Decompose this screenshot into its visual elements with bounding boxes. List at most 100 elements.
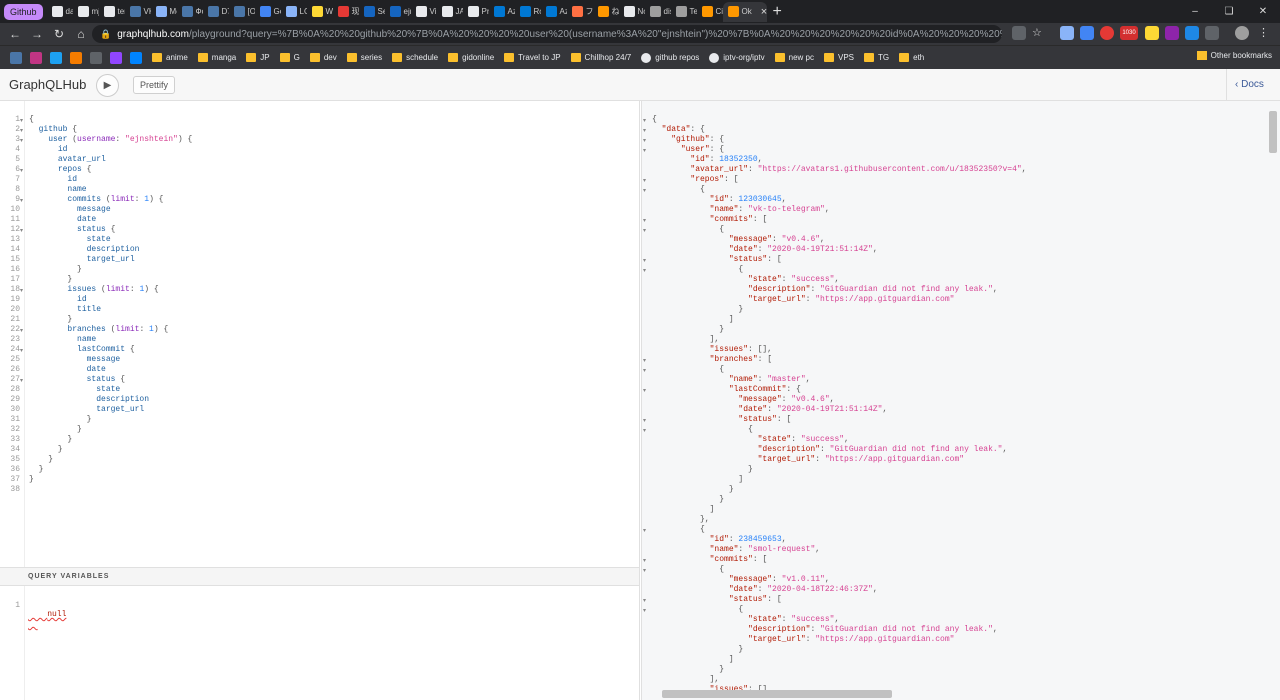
minimize-icon[interactable]: – <box>1178 0 1212 23</box>
query-editor[interactable]: 1 ▾ 2 ▾ 3 ▾ 4 5 6 ▾ 7 8 9 ▾ 10 11 12 ▾ 13 14 15 16 17 18 ▾ 19 20 21… <box>0 101 640 567</box>
browser-tab[interactable]: Cig <box>697 2 723 22</box>
bookmark-item[interactable]: JP <box>246 53 270 62</box>
fold-arrow-icon[interactable]: ▾ <box>20 287 23 294</box>
browser-tab[interactable]: Azu <box>541 2 567 22</box>
variables-editor[interactable]: null <box>28 601 66 628</box>
bookmark-item[interactable]: Chillhop 24/7 <box>570 53 631 62</box>
browser-tab[interactable]: Pro <box>463 2 489 22</box>
result-viewer[interactable]: ▾ ▾ ▾ ▾ ▾ ▾ ▾ ▾ ▾ ▾ ▾ ▾ ▾ ▾ ▾ ▾ ▾ ▾ ▾ ▾ { "data": { "github… <box>641 101 1280 700</box>
browser-tab[interactable]: mjr <box>73 2 99 22</box>
fold-arrow-icon[interactable]: ▾ <box>643 527 646 534</box>
browser-tab[interactable]: Go <box>255 2 281 22</box>
fold-arrow-icon[interactable]: ▾ <box>643 147 646 154</box>
browser-tab[interactable]: [ON <box>229 2 255 22</box>
extension-icon[interactable] <box>1185 26 1199 40</box>
fold-arrow-icon[interactable]: ▾ <box>643 267 646 274</box>
bookmark-item[interactable]: TG <box>864 53 889 62</box>
instagram-icon[interactable] <box>30 51 42 64</box>
extension-icon[interactable] <box>1205 26 1219 40</box>
bookmark-item[interactable]: Travel to JP <box>504 53 561 62</box>
extension-icon[interactable] <box>1165 26 1179 40</box>
browser-tab[interactable]: Ok × <box>722 1 767 22</box>
close-tab-icon[interactable]: × <box>761 6 767 18</box>
bookmark-item[interactable]: dev <box>309 53 337 62</box>
browser-tab[interactable]: WC <box>307 2 333 22</box>
horizontal-scrollbar[interactable] <box>662 690 892 698</box>
browser-tab[interactable]: terl <box>99 2 125 22</box>
messenger-icon[interactable] <box>130 51 142 64</box>
browser-tab[interactable]: D7 <box>203 2 229 22</box>
fold-arrow-icon[interactable]: ▾ <box>20 137 23 144</box>
fold-arrow-icon[interactable]: ▾ <box>643 177 646 184</box>
browser-tab[interactable]: dis <box>645 2 671 22</box>
fold-arrow-icon[interactable]: ▾ <box>643 127 646 134</box>
fold-arrow-icon[interactable]: ▾ <box>20 377 23 384</box>
fold-arrow-icon[interactable]: ▾ <box>20 347 23 354</box>
twitch-icon[interactable] <box>110 51 122 64</box>
fold-arrow-icon[interactable]: ▾ <box>20 227 23 234</box>
fold-arrow-icon[interactable]: ▾ <box>643 227 646 234</box>
close-icon[interactable]: ✕ <box>1246 0 1280 23</box>
fold-arrow-icon[interactable]: ▾ <box>643 417 646 424</box>
fold-arrow-icon[interactable]: ▾ <box>643 367 646 374</box>
twitter-icon[interactable] <box>50 51 62 64</box>
browser-tab[interactable]: Фо <box>177 2 203 22</box>
fold-arrow-icon[interactable]: ▾ <box>20 197 23 204</box>
pocket-icon[interactable] <box>1145 26 1159 40</box>
fold-arrow-icon[interactable]: ▾ <box>20 127 23 134</box>
fold-arrow-icon[interactable]: ▾ <box>643 557 646 564</box>
query-variables-title[interactable]: QUERY VARIABLES <box>0 567 639 586</box>
fold-arrow-icon[interactable]: ▾ <box>643 357 646 364</box>
browser-tab[interactable]: VK <box>125 2 151 22</box>
star-icon[interactable]: ☆ <box>1032 26 1046 40</box>
fold-arrow-icon[interactable]: ▾ <box>643 117 646 124</box>
browser-tab[interactable]: JAX <box>437 2 463 22</box>
new-tab-button[interactable]: + <box>773 3 782 21</box>
bookmark-item[interactable]: VPS <box>824 53 854 62</box>
fold-arrow-icon[interactable]: ▾ <box>643 137 646 144</box>
analytics-icon[interactable] <box>70 51 82 64</box>
browser-tab[interactable]: ejn <box>385 2 411 22</box>
tab-group-label[interactable]: Github <box>4 3 43 20</box>
home-icon[interactable]: ⌂ <box>70 27 92 41</box>
fold-arrow-icon[interactable]: ▾ <box>643 607 646 614</box>
browser-tab[interactable]: 现代 <box>333 2 359 22</box>
fold-arrow-icon[interactable]: ▾ <box>20 327 23 334</box>
address-bar[interactable]: 🔒 graphqlhub.com /playground?query=%7B%0… <box>92 25 1002 43</box>
fold-arrow-icon[interactable]: ▾ <box>643 567 646 574</box>
vk-icon[interactable] <box>10 51 22 64</box>
forward-icon[interactable]: → <box>26 27 48 41</box>
browser-tab[interactable]: Roc <box>515 2 541 22</box>
avatar[interactable] <box>1235 26 1249 40</box>
bookmark-item[interactable]: anime <box>152 53 188 62</box>
bookmark-item[interactable]: series <box>346 53 382 62</box>
fold-arrow-icon[interactable]: ▾ <box>643 187 646 194</box>
globe-icon[interactable] <box>90 51 102 64</box>
fold-arrow-icon[interactable]: ▾ <box>643 387 646 394</box>
browser-tab[interactable]: フォ <box>567 2 593 22</box>
cast-icon[interactable] <box>1012 26 1026 40</box>
bookmark-item[interactable]: manga <box>197 53 236 62</box>
bookmark-item[interactable]: gidonline <box>448 53 494 62</box>
adblock-icon[interactable] <box>1100 26 1114 40</box>
fold-arrow-icon[interactable]: ▾ <box>20 117 23 124</box>
other-bookmarks[interactable]: Other bookmarks <box>1196 51 1272 60</box>
prettify-button[interactable]: Prettify <box>133 76 176 94</box>
bookmark-item[interactable]: G <box>279 53 300 62</box>
fold-arrow-icon[interactable]: ▾ <box>643 257 646 264</box>
browser-tab[interactable]: Vin <box>411 2 437 22</box>
execute-query-button[interactable]: ▶ <box>96 74 119 97</box>
restore-icon[interactable]: ❏ <box>1212 0 1246 23</box>
menu-icon[interactable]: ⋮ <box>1258 26 1272 40</box>
browser-tab[interactable]: Me <box>151 2 177 22</box>
notification-badge[interactable]: 1030 <box>1120 26 1138 40</box>
browser-tab[interactable]: Tel <box>671 2 697 22</box>
back-icon[interactable]: ← <box>4 27 26 41</box>
browser-tab[interactable]: ねん <box>593 2 619 22</box>
bookmark-item[interactable]: iptv-org/iptv <box>709 52 765 63</box>
fold-arrow-icon[interactable]: ▾ <box>643 427 646 434</box>
translate-icon[interactable] <box>1080 26 1094 40</box>
fold-arrow-icon[interactable]: ▾ <box>20 167 23 174</box>
docs-button[interactable]: ‹ Docs <box>1226 69 1280 101</box>
browser-tab[interactable]: Azu <box>489 2 515 22</box>
